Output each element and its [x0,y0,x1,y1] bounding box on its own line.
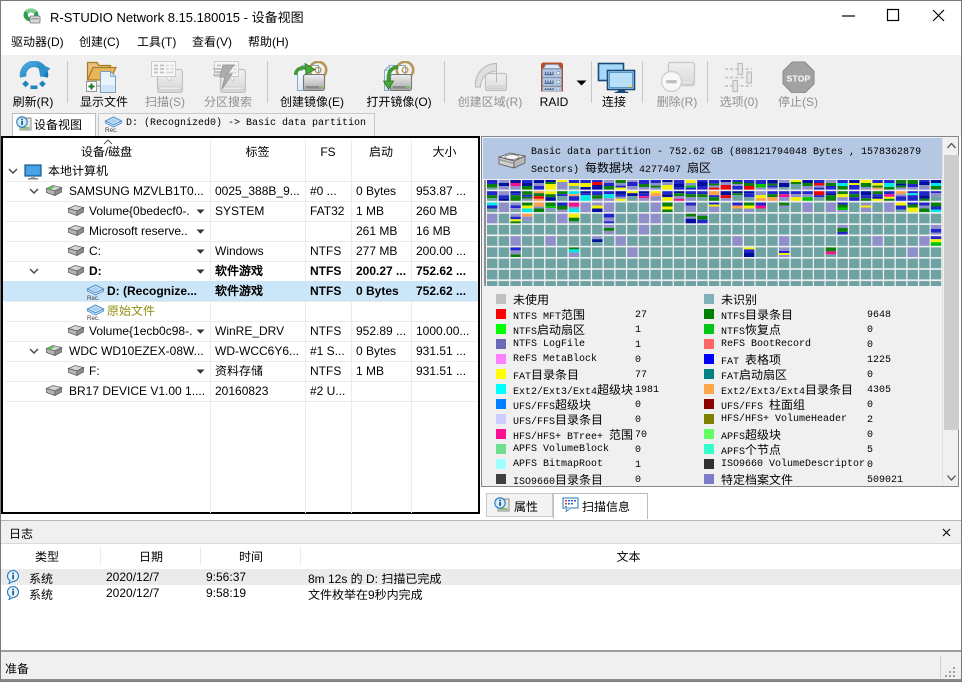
svg-text:Rec.: Rec. [105,127,118,132]
svg-text:STOP: STOP [787,74,811,84]
svg-text:Rec.: Rec. [87,315,100,320]
svg-text:Rec.: Rec. [87,295,100,300]
